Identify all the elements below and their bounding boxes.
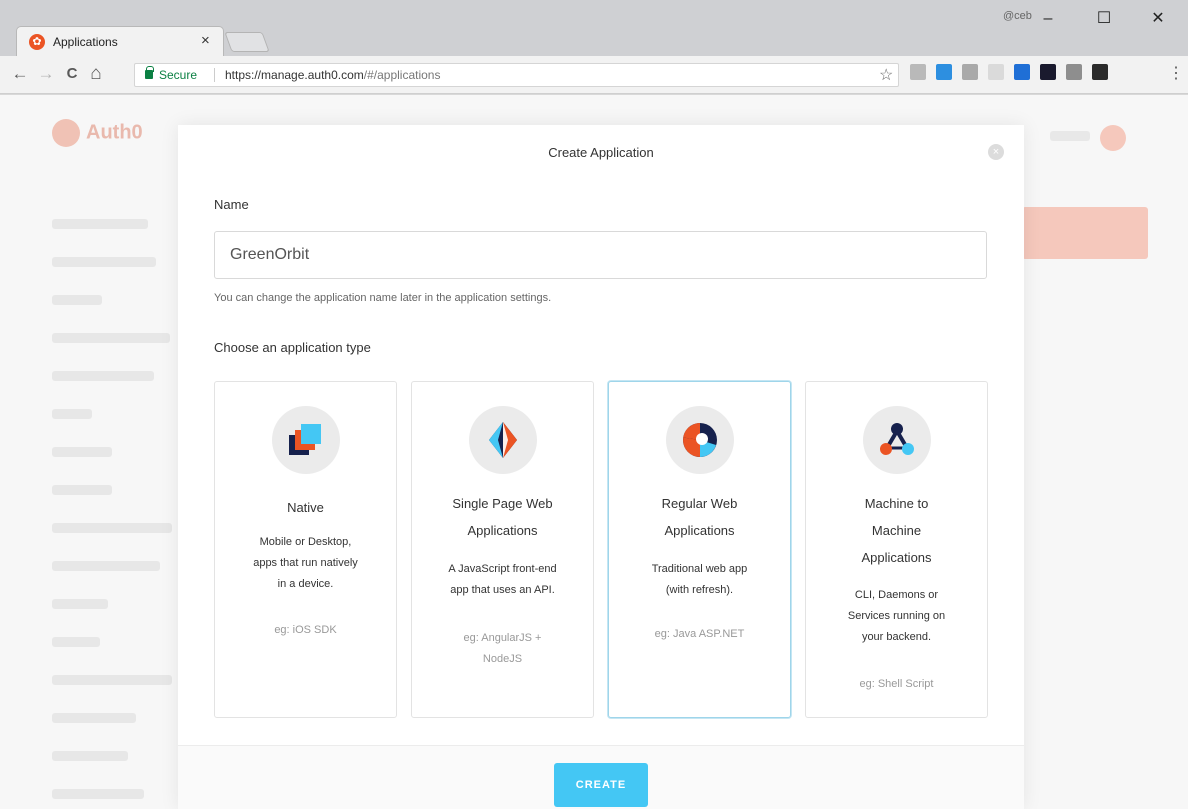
sidebar-item: [52, 599, 108, 609]
create-button[interactable]: CREATE: [554, 763, 648, 807]
bookmark-star-icon[interactable]: ☆: [879, 65, 893, 85]
card-example: eg: Java ASP.NET: [654, 628, 745, 640]
sidebar-item: [52, 637, 100, 647]
card-title: Machine to Machine Applications: [861, 496, 932, 565]
card-description: Traditional web app (with refresh).: [651, 563, 748, 596]
reload-icon[interactable]: C: [62, 64, 82, 84]
card-example: eg: Shell Script: [859, 678, 934, 690]
sidebar-item: [52, 789, 144, 799]
sidebar-item: [52, 257, 156, 267]
card-description: CLI, Daemons or Services running on your…: [847, 589, 946, 643]
browser-titlebar: ✿ Applications × @ceb – ☐ ✕: [0, 0, 1188, 56]
card-example: eg: iOS SDK: [274, 624, 337, 636]
lock-icon: [145, 66, 154, 79]
auth0-favicon-icon: ✿: [29, 34, 45, 50]
native-icon: [272, 406, 340, 474]
application-type-label: Choose an application type: [214, 340, 371, 355]
url-host: https://manage.auth0.com: [225, 68, 364, 82]
url-path: /#/applications: [363, 68, 441, 82]
app-type-card-native[interactable]: Native Mobile or Desktop, apps that run …: [214, 381, 397, 718]
forward-arrow-icon[interactable]: →: [36, 64, 56, 84]
minimize-button[interactable]: –: [1026, 4, 1070, 34]
extension-icon-7[interactable]: [1066, 64, 1082, 80]
card-description: A JavaScript front-end app that uses an …: [448, 563, 557, 596]
auth0-logo: Auth0: [52, 119, 143, 147]
machine-to-machine-icon: [863, 406, 931, 474]
modal-footer: CREATE: [178, 745, 1024, 809]
regular-web-icon: [666, 406, 734, 474]
close-icon[interactable]: ×: [988, 144, 1004, 160]
tab-applications[interactable]: ✿ Applications ×: [16, 26, 224, 56]
app-type-card-machine-to-machine[interactable]: Machine to Machine Applications CLI, Dae…: [805, 381, 988, 718]
app-type-card-regular-web[interactable]: Regular Web Applications Traditional web…: [608, 381, 791, 718]
extension-icon-5[interactable]: [1014, 64, 1030, 80]
background-create-button: [1022, 207, 1148, 259]
tab-title: Applications: [53, 35, 118, 49]
window-close-button[interactable]: ✕: [1136, 4, 1180, 34]
url-text: https://manage.auth0.com/#/applications: [225, 68, 440, 82]
application-name-input[interactable]: [214, 231, 987, 279]
browser-menu-icon[interactable]: ⋮: [1168, 63, 1184, 83]
maximize-button[interactable]: ☐: [1082, 4, 1126, 34]
extension-icon-2[interactable]: [936, 64, 952, 80]
sidebar-item: [52, 751, 128, 761]
sidebar-item: [52, 675, 172, 685]
auth0-logo-icon: [52, 119, 80, 147]
new-tab-button[interactable]: [224, 32, 270, 52]
app-type-card-single-page[interactable]: Single Page Web Applications A JavaScrip…: [411, 381, 594, 718]
auth0-logo-text: Auth0: [86, 121, 143, 144]
create-application-modal: Create Application × Name You can change…: [178, 125, 1024, 809]
name-hint: You can change the application name late…: [214, 292, 552, 304]
home-icon[interactable]: ⌂: [86, 64, 106, 84]
back-arrow-icon[interactable]: ←: [10, 64, 30, 84]
secure-label: Secure: [159, 68, 198, 82]
extension-icon-6[interactable]: [1040, 64, 1056, 80]
sidebar-item: [52, 447, 112, 457]
extension-icon-8[interactable]: [1092, 64, 1108, 80]
sidebar-item: [52, 713, 136, 723]
extension-icon-4[interactable]: [988, 64, 1004, 80]
card-title: Regular Web Applications: [661, 496, 738, 538]
extension-icon-3[interactable]: [962, 64, 978, 80]
modal-title: Create Application: [548, 145, 654, 160]
spa-icon: [469, 406, 537, 474]
name-label: Name: [214, 197, 249, 212]
sidebar-item: [52, 409, 92, 419]
card-example: eg: AngularJS + NodeJS: [463, 632, 542, 665]
sidebar-item: [52, 295, 102, 305]
sidebar-item: [52, 333, 170, 343]
sidebar-item: [52, 371, 154, 381]
sidebar-item: [52, 561, 160, 571]
card-title: Native: [287, 500, 324, 515]
address-bar[interactable]: Secure https://manage.auth0.com/#/applic…: [134, 63, 899, 87]
card-title: Single Page Web Applications: [452, 496, 553, 538]
card-description: Mobile or Desktop, apps that run nativel…: [253, 536, 358, 590]
avatar: [1100, 125, 1126, 151]
tab-close-button[interactable]: ×: [201, 32, 210, 49]
sidebar-item: [52, 485, 112, 495]
sidebar-item: [52, 523, 172, 533]
extension-icon-1[interactable]: [910, 64, 926, 80]
sidebar-item: [52, 219, 148, 229]
account-name-placeholder: [1050, 131, 1090, 141]
address-separator: [214, 68, 215, 82]
